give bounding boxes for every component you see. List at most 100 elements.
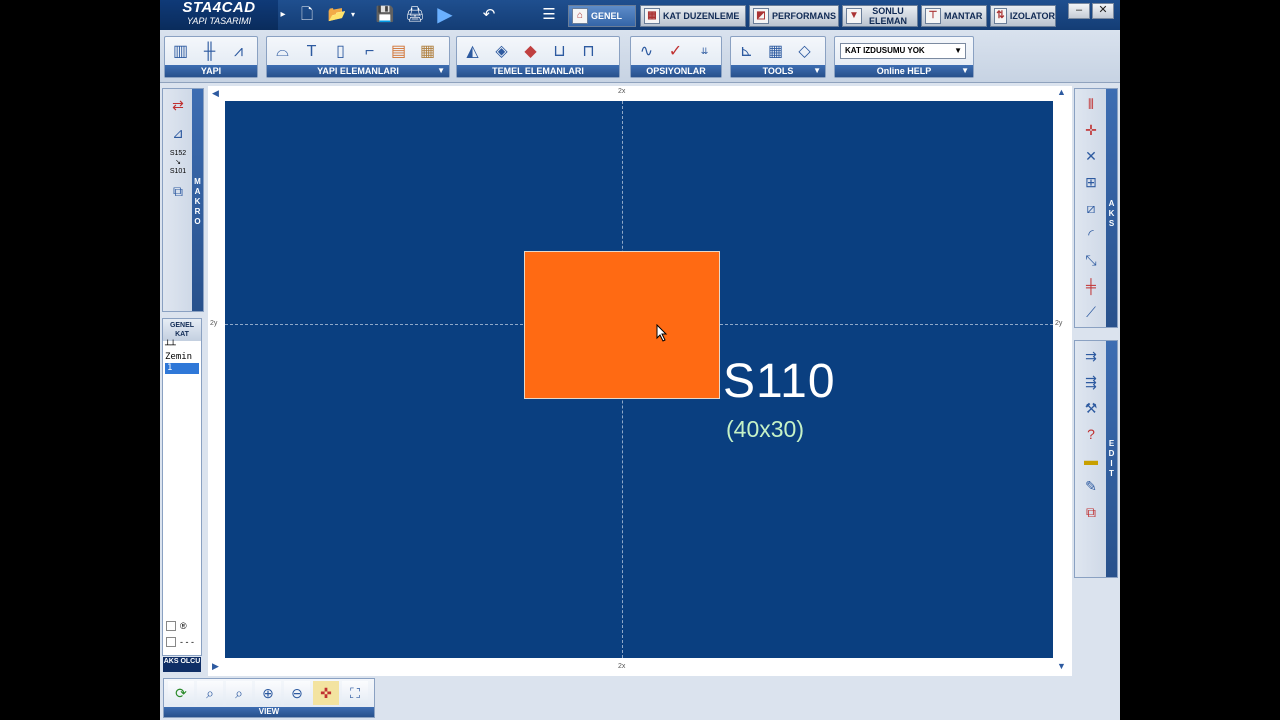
tab-genel[interactable]: ⌂ GENEL: [568, 5, 636, 27]
refresh-icon[interactable]: ⟳: [168, 681, 194, 705]
layers-icon[interactable]: ◇: [792, 39, 817, 64]
help-dropdown-icon[interactable]: ▼: [961, 66, 969, 76]
slab-icon[interactable]: ▯: [328, 39, 353, 64]
tab-performans-label: PERFORMANS: [772, 11, 837, 21]
pan-view-icon[interactable]: ⛶: [342, 681, 368, 705]
earthquake-icon[interactable]: ∿: [634, 39, 659, 64]
floor-item-selected[interactable]: 1: [165, 363, 199, 374]
column-t-icon[interactable]: T: [299, 39, 324, 64]
minimize-button[interactable]: –: [1068, 3, 1090, 19]
checklist-icon[interactable]: ✓: [663, 39, 688, 64]
loads-icon[interactable]: ⇊: [692, 39, 717, 64]
undo-icon[interactable]: ↶: [478, 4, 500, 26]
footing-icon[interactable]: ◭: [460, 39, 485, 64]
edit-copy-icon[interactable]: ⇉: [1078, 345, 1104, 367]
column-s110[interactable]: [524, 251, 720, 399]
axis-diagonal-icon[interactable]: ⟋: [1078, 301, 1104, 323]
new-file-icon[interactable]: 🗋: [296, 4, 318, 26]
open-dropdown-icon[interactable]: ▾: [348, 4, 358, 26]
logo-title: STA4CAD: [182, 0, 256, 16]
copy-floor-icon[interactable]: ⧉: [165, 179, 191, 203]
edit-panel: ⇉ ⇶ ⚒ ? ▬ ✎ ⧉ EDIT: [1074, 340, 1118, 578]
axis-move-icon[interactable]: ⤡: [1078, 249, 1104, 271]
raft-icon[interactable]: ⊔: [547, 39, 572, 64]
measure-icon[interactable]: ⊾: [734, 39, 759, 64]
zoom-window-icon[interactable]: ⌕: [226, 681, 252, 705]
save-icon[interactable]: 💾: [374, 4, 396, 26]
checkbox-registered[interactable]: [166, 621, 176, 631]
macro-frame-icon[interactable]: ⇄: [165, 93, 191, 117]
aks-olcu-button[interactable]: AKS OLCU: [163, 657, 201, 672]
group-opsiyonlar-label: OPSIYONLAR: [631, 65, 721, 77]
zoom-out-icon[interactable]: ⊖: [284, 681, 310, 705]
axis-point-icon[interactable]: ✛: [1078, 119, 1104, 141]
frame-axis-icon[interactable]: ╫: [197, 39, 222, 64]
edit-modify-icon[interactable]: ⚒: [1078, 397, 1104, 419]
logo-expand-icon[interactable]: ▸: [278, 4, 288, 26]
print-icon[interactable]: 🖨: [404, 4, 426, 26]
scroll-right-icon[interactable]: ▶: [212, 661, 219, 672]
replace-element-icon[interactable]: ⧉: [1078, 501, 1104, 523]
snap-point-icon[interactable]: ✜: [313, 681, 339, 705]
tab-kat-duzenleme-label: KAT DUZENLEME: [663, 11, 740, 21]
building-icon[interactable]: ▥: [168, 39, 193, 64]
tab-izolator[interactable]: ⇅ IZOLATOR: [990, 5, 1056, 27]
scroll-left-icon[interactable]: ◀: [212, 88, 219, 99]
macro-plan-icon[interactable]: ⊿: [165, 121, 191, 145]
foundation-column-icon[interactable]: ⊓: [576, 39, 601, 64]
floor-list-panel: GENEL KAT ┴┴ Zemin 1 ® - - -: [162, 318, 202, 656]
group-online-help-label[interactable]: Online HELP: [835, 65, 973, 77]
view-toolbar: ⟳ ⌕ ⌕ ⊕ ⊖ ✜ ⛶ VIEW: [163, 678, 375, 718]
group-dropdown-icon[interactable]: ▼: [437, 66, 445, 76]
axis-distribute-icon[interactable]: ╪: [1078, 275, 1104, 297]
tab-mantar-label: MANTAR: [944, 11, 983, 21]
axis-set-icon[interactable]: ⫴: [1078, 93, 1104, 115]
rename-elements-icon[interactable]: S152 ↘ S101: [165, 149, 191, 175]
edit-strip: EDIT: [1106, 341, 1117, 577]
edit-move-icon[interactable]: ⇶: [1078, 371, 1104, 393]
run-analysis-icon[interactable]: ▶: [434, 4, 456, 26]
tab-mantar[interactable]: ⊤ MANTAR: [921, 5, 987, 27]
truss-icon[interactable]: ⩘: [226, 39, 251, 64]
zoom-all-icon[interactable]: ⌕: [197, 681, 223, 705]
tools-dropdown-icon[interactable]: ▼: [813, 66, 821, 76]
tie-beam-icon[interactable]: ◆: [518, 39, 543, 64]
app-logo[interactable]: STA4CAD YAPI TASARIMI: [160, 0, 278, 30]
pile-icon[interactable]: ◈: [489, 39, 514, 64]
scroll-down-icon[interactable]: ▼: [1057, 661, 1066, 671]
axis-dimension-icon[interactable]: ⊞: [1078, 171, 1104, 193]
measure-tape-icon[interactable]: ▬: [1078, 449, 1104, 471]
tab-sonlu-eleman[interactable]: ▼ SONLU ELEMAN: [842, 5, 918, 27]
group-yapi-elemanlari: ⌓ T ▯ ⌐ ▤ ▦ YAPI ELEMANLARI ▼: [266, 36, 450, 78]
eraser-icon[interactable]: ✎: [1078, 475, 1104, 497]
report-list-icon[interactable]: ☰: [538, 4, 560, 26]
element-info-icon[interactable]: ?: [1078, 423, 1104, 445]
scroll-up-icon[interactable]: ▲: [1057, 87, 1066, 97]
group-yapi: ▥ ╫ ⩘ YAPI: [164, 36, 258, 78]
column-name-label: S110: [723, 355, 836, 408]
checkbox-dashed[interactable]: [166, 637, 176, 647]
zoom-in-icon[interactable]: ⊕: [255, 681, 281, 705]
stair-icon[interactable]: ⌐: [357, 39, 382, 64]
open-folder-icon[interactable]: 📂: [326, 4, 348, 26]
beam-icon[interactable]: ⌓: [270, 39, 295, 64]
axis-angle-icon[interactable]: ✕: [1078, 145, 1104, 167]
structure-grid-icon[interactable]: ▦: [763, 39, 788, 64]
tab-kat-duzenleme[interactable]: ▦ KAT DUZENLEME: [640, 5, 746, 27]
wall-icon[interactable]: ▤: [386, 39, 411, 64]
tab-genel-label: GENEL: [591, 11, 623, 21]
floor-item[interactable]: Zemin: [163, 352, 201, 363]
floor-item[interactable]: ┴┴: [163, 341, 201, 352]
checkbox-registered-label: ®: [180, 621, 187, 631]
tab-performans[interactable]: ◩ PERFORMANS: [749, 5, 839, 27]
axis-arc-icon[interactable]: ◜: [1078, 223, 1104, 245]
kat-izdusumu-select[interactable]: KAT IZDUSUMU YOK ▼: [840, 43, 966, 59]
axis-y-label-left: 2y: [210, 320, 218, 327]
grid-slab-icon[interactable]: ▦: [415, 39, 440, 64]
group-yapi-elemanlari-label: YAPI ELEMANLARI: [267, 65, 449, 77]
ribbon-toolbar: ▥ ╫ ⩘ YAPI ⌓ T ▯ ⌐ ▤ ▦ YAPI ELEMANLARI ▼…: [160, 30, 1120, 83]
close-button[interactable]: ✕: [1092, 3, 1114, 19]
aks-strip: AKS: [1106, 89, 1117, 327]
axis-rotate-icon[interactable]: ⧄: [1078, 197, 1104, 219]
plan-canvas[interactable]: S110 (40x30): [225, 101, 1053, 658]
